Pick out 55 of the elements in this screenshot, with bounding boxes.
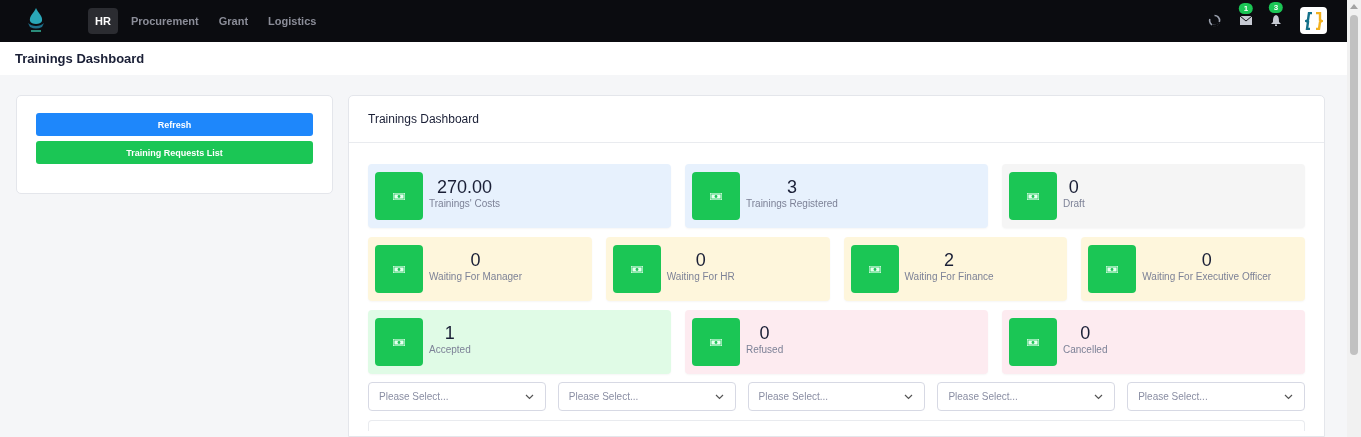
chevron-down-icon [1094, 394, 1104, 400]
refresh-button[interactable]: Refresh [36, 113, 313, 136]
bell-icon[interactable] [1271, 15, 1281, 27]
filter-select[interactable]: Please Select... [937, 382, 1116, 411]
stat-value: 270.00 [436, 177, 493, 198]
stat-label: Waiting For Manager [429, 271, 522, 282]
money-icon [1009, 172, 1057, 220]
chevron-down-icon [714, 394, 724, 400]
stat-label: Draft [1063, 198, 1085, 209]
scrollbar-thumb[interactable] [1350, 15, 1358, 355]
nav-tab[interactable]: HR [88, 8, 118, 34]
stat-value: 0 [759, 323, 770, 344]
stat-value: 0 [1080, 323, 1091, 344]
filter-select[interactable]: Please Select... [747, 382, 926, 411]
money-icon [612, 245, 661, 293]
stat-label: Waiting For Executive Officer [1142, 271, 1272, 282]
chevron-down-icon [524, 394, 534, 400]
stat-value: 2 [944, 250, 955, 271]
money-icon [850, 245, 899, 293]
money-icon [375, 245, 423, 293]
money-icon [1088, 245, 1137, 293]
money-icon [692, 318, 740, 366]
stat-value: 0 [1201, 250, 1212, 271]
chevron-down-icon [904, 394, 914, 400]
page-title: Trainings Dashboard [15, 51, 145, 66]
filter-select[interactable]: Please Select... [368, 382, 546, 411]
nav-tab[interactable]: Grant [211, 8, 256, 34]
stat-value: 3 [786, 177, 797, 198]
notification-count-badge: 3 [1268, 2, 1284, 14]
stat-value: 0 [1068, 177, 1079, 198]
refresh-icon[interactable] [1208, 14, 1221, 28]
stat-label: Waiting For Finance [904, 271, 994, 282]
stat-value: 1 [444, 323, 455, 344]
mail-count-badge: 1 [1238, 3, 1254, 15]
nav-tab[interactable]: Procurement [123, 8, 206, 34]
money-icon [375, 318, 423, 366]
nav-tab[interactable]: Logistics [261, 8, 324, 34]
stat-label: Cancelled [1063, 344, 1108, 355]
money-icon [375, 172, 423, 220]
stat-label: Waiting For HR [666, 271, 735, 282]
money-icon [692, 172, 740, 220]
stat-label: Trainings Registered [746, 198, 838, 209]
stat-label: Trainings' Costs [429, 198, 500, 209]
stat-value: 0 [470, 250, 481, 271]
panel-title: Trainings Dashboard [368, 112, 479, 126]
stat-label: Refused [746, 344, 784, 355]
chevron-down-icon [1284, 394, 1293, 400]
app-logo-icon[interactable] [1300, 7, 1327, 35]
stat-value: 0 [695, 250, 706, 271]
mail-icon[interactable] [1240, 16, 1252, 26]
filter-select[interactable]: Please Select... [557, 382, 736, 411]
filter-select[interactable]: Please Select... [1127, 382, 1305, 411]
money-icon [1009, 318, 1057, 366]
stat-label: Accepted [429, 344, 471, 355]
logo-icon [26, 7, 46, 35]
